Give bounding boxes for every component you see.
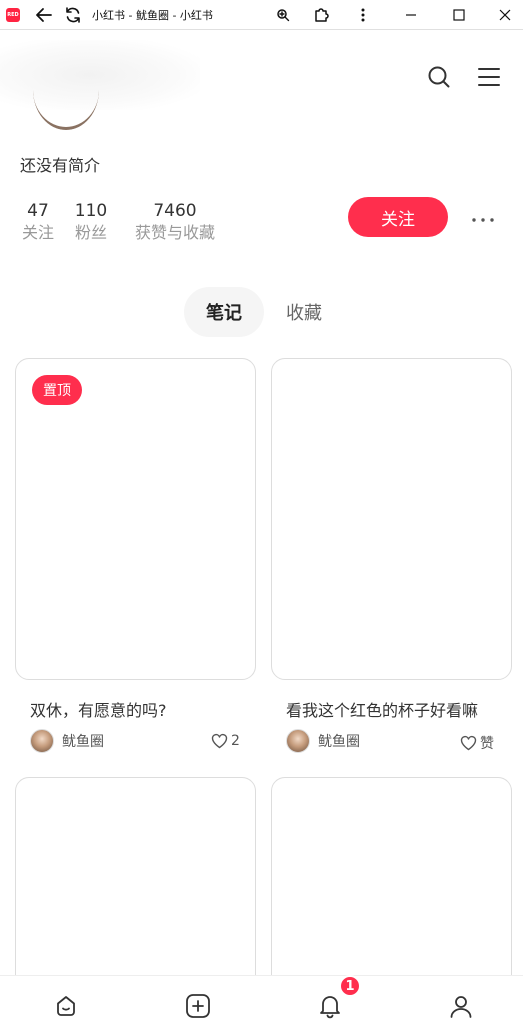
author-avatar	[30, 729, 54, 753]
vertical-dots-icon	[361, 8, 365, 22]
heart-icon	[460, 735, 477, 751]
stat-following[interactable]: 47 关注	[20, 201, 56, 245]
author-name: 鱿鱼圈	[62, 734, 104, 750]
like-button-2[interactable]: 赞	[460, 733, 494, 753]
author-name: 鱿鱼圈	[318, 734, 360, 750]
nav-publish[interactable]	[183, 991, 213, 1021]
bell-icon	[320, 996, 340, 1019]
notification-badge: 1	[339, 975, 361, 997]
zoom-icon	[277, 9, 290, 22]
note-title-2[interactable]: 看我这个红色的杯子好看嘛	[286, 697, 478, 721]
note-card-3[interactable]	[15, 777, 256, 997]
like-count: 赞	[480, 736, 494, 752]
extensions-button[interactable]	[310, 3, 334, 27]
back-button[interactable]	[32, 3, 56, 27]
stat-following-label: 关注	[21, 223, 54, 242]
note-card-4[interactable]	[271, 777, 512, 997]
window-title: 小红书 - 鱿鱼圈 - 小红书	[92, 9, 213, 22]
stat-likes-collects[interactable]: 7460 获赞与收藏	[130, 201, 220, 245]
blurred-header-area	[0, 40, 200, 110]
tab-notes[interactable]: 笔记	[184, 287, 264, 337]
heart-icon	[211, 733, 228, 749]
menu-icon	[478, 68, 500, 86]
puzzle-icon	[315, 8, 329, 22]
more-options-button[interactable]	[470, 208, 496, 228]
bottom-nav	[0, 975, 523, 1027]
like-count: 2	[231, 733, 240, 749]
home-icon	[57, 996, 75, 1016]
stat-fans-label: 粉丝	[74, 223, 107, 242]
profile-bio: 还没有简介	[20, 156, 101, 175]
stat-following-count: 47	[27, 201, 49, 221]
browser-toolbar: RED 小红书 - 鱿鱼圈 - 小红书	[0, 0, 523, 30]
author-avatar	[286, 729, 310, 753]
zoom-button[interactable]	[271, 3, 295, 27]
user-icon	[450, 996, 472, 1018]
stat-fans-count: 110	[74, 201, 108, 221]
add-icon	[186, 994, 210, 1018]
nav-profile[interactable]	[446, 991, 476, 1021]
note-card-1[interactable]: 置顶	[15, 358, 256, 680]
minimize-button[interactable]	[399, 3, 423, 27]
close-icon	[499, 9, 511, 21]
stat-fans[interactable]: 110 粉丝	[74, 201, 108, 245]
stat-likes-count: 7460	[153, 201, 197, 221]
note-author-1[interactable]: 鱿鱼圈	[30, 728, 104, 754]
app-logo: RED	[6, 8, 20, 22]
stat-likes-label: 获赞与收藏	[134, 223, 215, 242]
like-button-1[interactable]: 2	[211, 733, 240, 749]
more-dots-icon	[472, 218, 494, 222]
maximize-icon	[453, 9, 465, 21]
note-author-2[interactable]: 鱿鱼圈	[286, 728, 360, 754]
arrow-left-icon	[36, 8, 52, 22]
profile-avatar[interactable]	[33, 50, 99, 130]
pinned-badge: 置顶	[32, 375, 82, 405]
nav-notifications[interactable]	[315, 991, 345, 1021]
hamburger-menu-button[interactable]	[478, 67, 500, 91]
note-card-2[interactable]	[271, 358, 512, 680]
avatar-image	[33, 50, 99, 130]
reload-button[interactable]	[61, 3, 85, 27]
search-icon	[428, 66, 450, 88]
nav-home[interactable]	[51, 991, 81, 1021]
maximize-button[interactable]	[447, 3, 471, 27]
close-button[interactable]	[493, 3, 517, 27]
menu-button[interactable]	[351, 3, 375, 27]
reload-icon	[66, 7, 80, 23]
follow-button[interactable]: 关注	[348, 197, 448, 237]
search-button[interactable]	[427, 65, 451, 93]
note-title-1[interactable]: 双休，有愿意的吗?	[30, 697, 167, 721]
minimize-icon	[406, 14, 416, 16]
tab-collections[interactable]: 收藏	[268, 287, 340, 337]
